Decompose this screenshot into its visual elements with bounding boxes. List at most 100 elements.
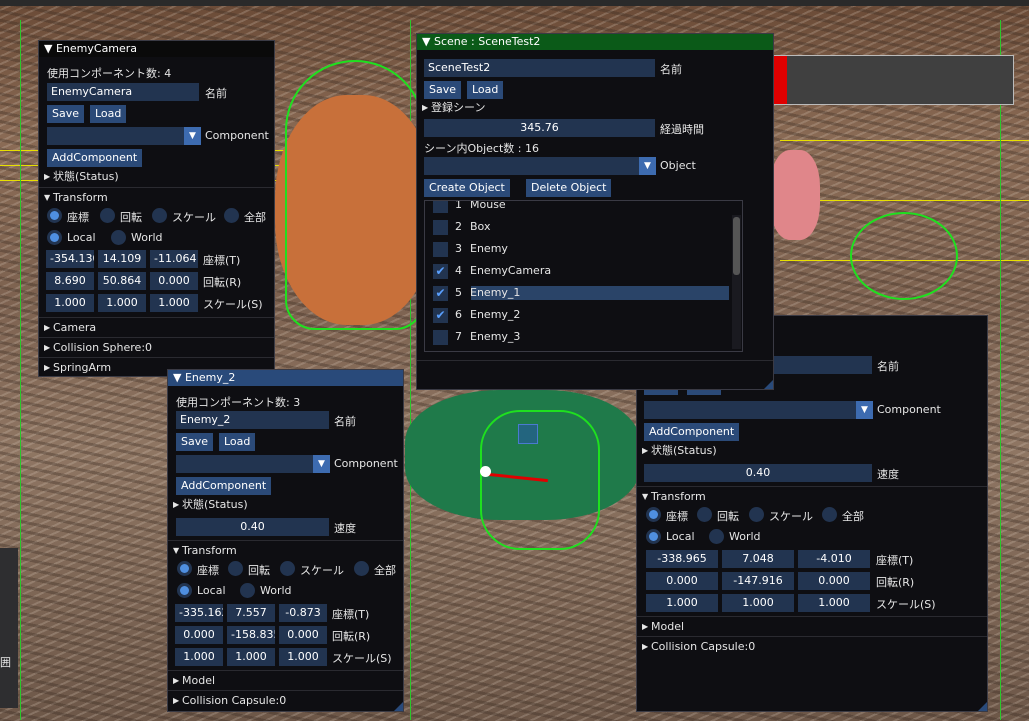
chevron-down-icon[interactable]: ▼ — [184, 127, 201, 145]
elapsed-time-field[interactable]: 345.76 — [424, 119, 655, 137]
mode-rot-radio[interactable] — [100, 208, 115, 223]
resize-grip-icon[interactable] — [764, 380, 773, 389]
rot-y-field[interactable]: -158.835 — [227, 626, 275, 644]
pos-y-field[interactable]: 7.557 — [227, 604, 275, 622]
object-visible-checkbox[interactable] — [433, 201, 448, 213]
component-dropdown[interactable] — [644, 401, 864, 419]
load-button[interactable]: Load — [90, 105, 127, 123]
model-header[interactable]: ▶ Model — [168, 670, 403, 691]
scale-z-field[interactable]: 1.000 — [279, 648, 327, 666]
pos-x-field[interactable]: -338.965 — [646, 550, 718, 568]
scale-y-field[interactable]: 1.000 — [722, 594, 794, 612]
scale-y-field[interactable]: 1.000 — [227, 648, 275, 666]
scale-z-field[interactable]: 1.000 — [798, 594, 870, 612]
rot-x-field[interactable]: 0.000 — [175, 626, 223, 644]
status-header[interactable]: ▶ 状態(Status) — [39, 167, 274, 187]
scale-z-field[interactable]: 1.000 — [150, 294, 198, 312]
chevron-down-icon[interactable]: ▼ — [639, 157, 656, 175]
rot-z-field[interactable]: 0.000 — [798, 572, 870, 590]
object-list-item[interactable]: 1 Mouse — [425, 201, 725, 215]
world-radio[interactable] — [709, 529, 724, 544]
mode-scale-radio[interactable] — [749, 507, 764, 522]
mode-scale-radio[interactable] — [280, 561, 295, 576]
object-list-item[interactable]: 2 Box — [425, 217, 725, 237]
object-list[interactable]: 1 Mouse 2 Box 3 Enemy ✔ 4 EnemyCamera ✔ 5 Enemy_1 ✔ 6… — [424, 200, 743, 352]
rot-z-field[interactable]: 0.000 — [150, 272, 198, 290]
status-header[interactable]: ▶ 状態(Status) — [637, 441, 987, 461]
object-list-item[interactable]: ✔ 4 EnemyCamera — [425, 261, 725, 281]
gizmo-plane-handle[interactable] — [518, 424, 538, 444]
window-title-bar[interactable]: ▼ Scene : SceneTest2 — [417, 34, 773, 50]
rot-x-field[interactable]: 0.000 — [646, 572, 718, 590]
speed-field[interactable]: 0.40 — [176, 518, 329, 536]
mode-all-radio[interactable] — [354, 561, 369, 576]
gizmo-center[interactable] — [480, 466, 491, 477]
create-object-button[interactable]: Create Object — [424, 179, 510, 197]
scale-x-field[interactable]: 1.000 — [46, 294, 94, 312]
name-field[interactable]: EnemyCamera — [47, 83, 199, 101]
model-header[interactable]: ▶ Model — [637, 616, 987, 637]
pos-x-field[interactable]: -335.162 — [175, 604, 223, 622]
object-list-item[interactable]: ✔ 6 Enemy_2 — [425, 305, 725, 325]
registered-scenes-header[interactable]: ▶ 登録シーン — [417, 98, 773, 118]
add-component-button[interactable]: AddComponent — [47, 149, 143, 167]
chevron-down-icon[interactable]: ▼ — [313, 455, 330, 473]
window-title-bar[interactable]: ▼ EnemyCamera — [39, 41, 274, 57]
camera-header[interactable]: ▶ Camera — [39, 317, 274, 338]
local-radio[interactable] — [177, 583, 192, 598]
add-component-button[interactable]: AddComponent — [176, 477, 272, 495]
component-dropdown[interactable] — [176, 455, 321, 473]
component-dropdown[interactable] — [47, 127, 192, 145]
pos-z-field[interactable]: -4.010 — [798, 550, 870, 568]
mode-scale-radio[interactable] — [152, 208, 167, 223]
scene-name-field[interactable]: SceneTest2 — [424, 59, 655, 77]
delete-object-button[interactable]: Delete Object — [526, 179, 612, 197]
add-component-button[interactable]: AddComponent — [644, 423, 740, 441]
transform-header[interactable]: ▼ Transform — [168, 540, 403, 561]
enemy2-window[interactable]: ▼ Enemy_2 使用コンポーネント数: 3 Enemy_2 名前 Save … — [167, 369, 404, 712]
scale-x-field[interactable]: 1.000 — [646, 594, 718, 612]
mode-pos-radio[interactable] — [47, 208, 62, 223]
object-visible-checkbox[interactable] — [433, 242, 448, 257]
mode-all-radio[interactable] — [224, 208, 239, 223]
scene-window[interactable]: ▼ Scene : SceneTest2 SceneTest2 名前 Save … — [416, 33, 774, 390]
load-button[interactable]: Load — [219, 433, 256, 451]
world-radio[interactable] — [111, 230, 126, 245]
scale-y-field[interactable]: 1.000 — [98, 294, 146, 312]
collision-header[interactable]: ▶ Collision Capsule:0 — [637, 636, 987, 657]
scrollbar-thumb[interactable] — [733, 217, 740, 275]
load-button[interactable]: Load — [467, 81, 504, 99]
mode-rot-radio[interactable] — [697, 507, 712, 522]
object-visible-checkbox[interactable]: ✔ — [433, 264, 448, 279]
resize-grip-icon[interactable] — [394, 702, 403, 711]
object-visible-checkbox[interactable] — [433, 330, 448, 345]
window-title-bar[interactable]: ▼ Enemy_2 — [168, 370, 403, 386]
pos-y-field[interactable]: 14.109 — [98, 250, 146, 268]
speed-field[interactable]: 0.40 — [644, 464, 872, 482]
transform-header[interactable]: ▼ Transform — [39, 187, 274, 208]
rot-y-field[interactable]: -147.916 — [722, 572, 794, 590]
enemy-camera-window[interactable]: ▼ EnemyCamera 使用コンポーネント数: 4 EnemyCamera … — [38, 40, 275, 377]
object-visible-checkbox[interactable] — [433, 220, 448, 235]
rot-z-field[interactable]: 0.000 — [279, 626, 327, 644]
mode-all-radio[interactable] — [822, 507, 837, 522]
save-button[interactable]: Save — [176, 433, 214, 451]
object-list-item[interactable]: 3 Enemy — [425, 239, 725, 259]
object-list-item[interactable]: 7 Enemy_3 — [425, 327, 725, 347]
object-visible-checkbox[interactable]: ✔ — [433, 286, 448, 301]
status-header[interactable]: ▶ 状態(Status) — [168, 495, 403, 515]
pos-z-field[interactable]: -0.873 — [279, 604, 327, 622]
pos-z-field[interactable]: -11.064 — [150, 250, 198, 268]
collision-header[interactable]: ▶ Collision Sphere:0 — [39, 337, 274, 358]
save-button[interactable]: Save — [424, 81, 462, 99]
local-radio[interactable] — [47, 230, 62, 245]
mode-rot-radio[interactable] — [228, 561, 243, 576]
mode-pos-radio[interactable] — [646, 507, 661, 522]
scale-x-field[interactable]: 1.000 — [175, 648, 223, 666]
local-radio[interactable] — [646, 529, 661, 544]
pos-x-field[interactable]: -354.130 — [46, 250, 94, 268]
pos-y-field[interactable]: 7.048 — [722, 550, 794, 568]
chevron-down-icon[interactable]: ▼ — [856, 401, 873, 419]
collision-header[interactable]: ▶ Collision Capsule:0 — [168, 690, 403, 711]
mode-pos-radio[interactable] — [177, 561, 192, 576]
